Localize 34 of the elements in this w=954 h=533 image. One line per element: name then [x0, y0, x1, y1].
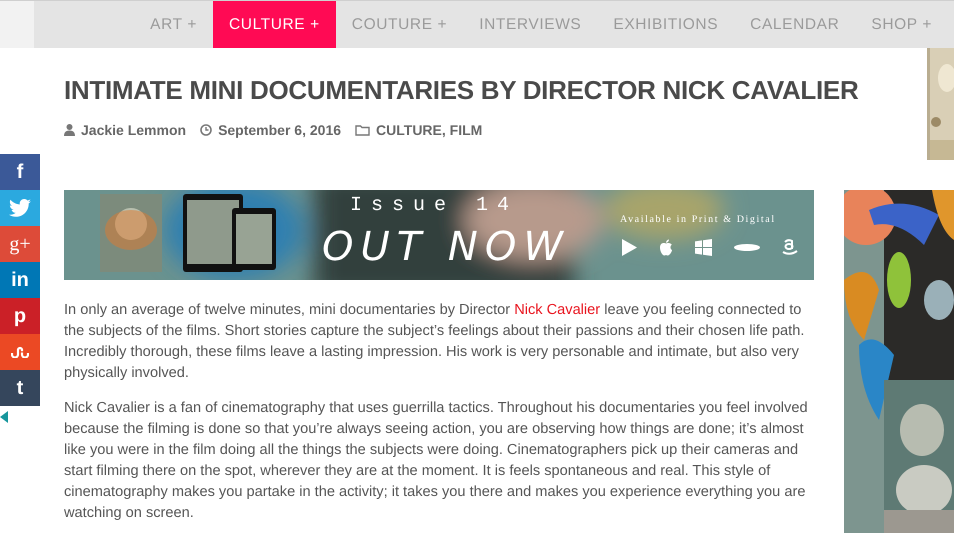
nav-link[interactable]: CALENDAR	[734, 1, 856, 48]
author-link[interactable]: Jackie Lemmon	[81, 120, 186, 140]
nav-link[interactable]: EXHIBITIONS	[597, 1, 734, 48]
article-paragraph: Nick Cavalier is a fan of cinematography that uses guerrilla tactics. Throughout his documentaries you feel involved because the filming is done so that you’re always seeing action, you are observing how things are done; it’s almost like you were in the film doing all the things the subjects were doing. Cinematographers pick up their cameras and start filming there on the spot, wherever they are at the moment. It is feels spontaneous and real. This style of cinematography makes you partake in the activity; it takes you there and makes you experience everything you are watching on screen.	[64, 399, 809, 523]
nav-link[interactable]: ART +	[134, 1, 213, 48]
share-button[interactable]: t	[0, 370, 40, 406]
oval-icon	[734, 244, 760, 250]
nav-link[interactable]: COUTURE +	[336, 1, 464, 48]
issue-number: Issue 14	[350, 194, 518, 217]
share-button[interactable]: f	[0, 154, 40, 190]
article-paragraph: In only an average of twelve minutes, mini documentaries by Director Nick Cavalier leave you feeling connected to the subjects of the films. Short stories capture the subject’s feelings about their passions and their chosen life path. Incredibly thorough, these films leave a lasting impression. His work is very personable and intimate, but also very physically involved.	[64, 301, 806, 383]
apple-icon	[659, 238, 673, 256]
share-button[interactable]	[0, 190, 40, 226]
clock-icon	[200, 124, 212, 136]
availability-text: Available in Print & Digital	[620, 214, 776, 225]
share-button[interactable]: g+	[0, 226, 40, 262]
share-button[interactable]: p	[0, 298, 40, 334]
bird-icon	[9, 199, 31, 217]
category-links[interactable]: CULTURE, FILM	[376, 120, 482, 140]
share-button[interactable]	[0, 334, 40, 370]
windows-icon	[695, 238, 712, 256]
post-date: September 6, 2016	[218, 121, 342, 140]
caret-left-icon	[0, 411, 8, 423]
share-button[interactable]: in	[0, 262, 40, 298]
folder-icon	[355, 124, 370, 136]
nav-link[interactable]: SHOP +	[855, 1, 948, 48]
stumble-icon	[11, 346, 29, 358]
nav-link[interactable]: INTERVIEWS	[463, 1, 598, 48]
smile-icon	[782, 238, 798, 256]
nav-link[interactable]: CULTURE +	[212, 1, 336, 48]
play-icon	[622, 238, 637, 256]
user-icon	[64, 124, 75, 136]
post-title: INTIMATE MINI DOCUMENTARIES BY DIRECTOR NICK CAVALIER	[64, 74, 860, 107]
director-link[interactable]: Nick Cavalier	[514, 302, 600, 318]
